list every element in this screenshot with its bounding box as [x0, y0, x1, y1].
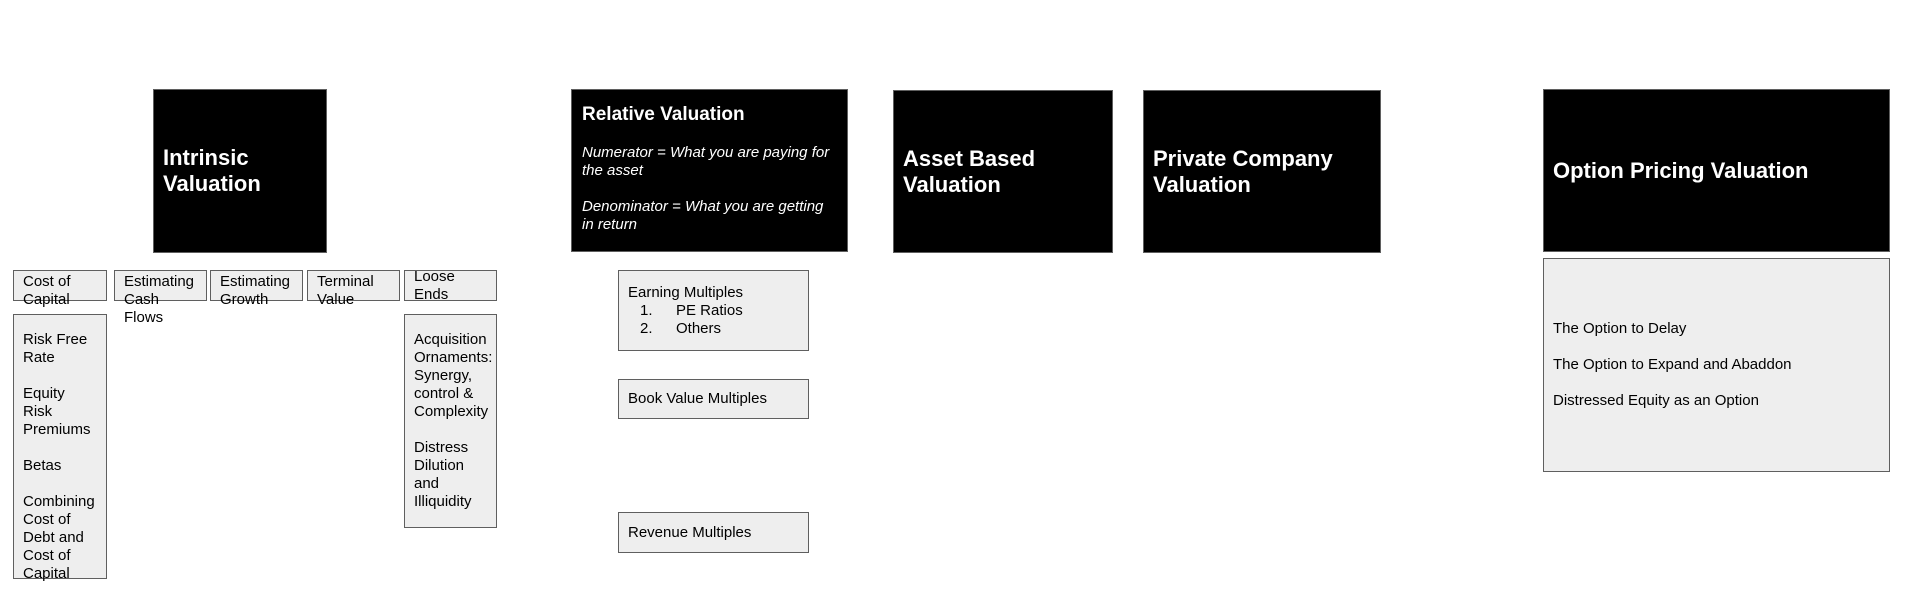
revenue-multiples-label: Revenue Multiples [628, 523, 752, 541]
cost-of-capital-box: Cost of Capital [13, 270, 107, 308]
pe-ratios: PE Ratios [676, 301, 743, 319]
relative-valuation-title: Relative Valuation [582, 104, 745, 125]
acquisition-ornaments: Acquisition Ornaments: Synergy, control … [414, 331, 493, 420]
loose-ends-box: Loose Ends [404, 267, 497, 303]
distressed-equity-option: Distressed Equity as an Option [1553, 392, 1759, 409]
loose-ends-label: Loose Ends [414, 267, 455, 303]
relative-valuation-box: Relative Valuation Numerator = What you … [571, 89, 848, 252]
list-item: 1. PE Ratios [640, 301, 743, 319]
others: Others [676, 319, 722, 337]
estimating-growth-label: Estimating Growth [220, 273, 291, 308]
option-to-delay: The Option to Delay [1553, 320, 1687, 337]
distress-dilution-illiquidity: Distress Dilution and Illiquidity [414, 439, 472, 510]
asset-based-valuation-title: Asset Based Valuation [903, 145, 1036, 197]
private-company-valuation-box: Private Company Valuation [1143, 90, 1381, 253]
numerator-text: Numerator = What you are paying for the … [582, 144, 830, 179]
option-pricing-details: The Option to Delay The Option to Expand… [1543, 258, 1890, 472]
estimating-growth-box: Estimating Growth [210, 270, 303, 308]
equity-risk-premiums: Equity Risk Premiums [23, 385, 91, 438]
loose-ends-details: Acquisition Ornaments: Synergy, control … [404, 314, 497, 528]
book-value-multiples-label: Book Value Multiples [628, 390, 767, 407]
revenue-multiples-box: Revenue Multiples [618, 512, 809, 553]
option-pricing-valuation-box: Option Pricing Valuation [1543, 89, 1890, 252]
intrinsic-valuation-box: Intrinsic Valuation [153, 89, 327, 253]
cost-of-capital-details: Risk Free Rate Equity Risk Premiums Beta… [13, 314, 107, 582]
asset-based-valuation-box: Asset Based Valuation [893, 90, 1113, 253]
earning-multiples-box: Earning Multiples 1. PE Ratios 2. Others [618, 270, 809, 351]
book-value-multiples-box: Book Value Multiples [618, 379, 809, 419]
denominator-text: Denominator = What you are getting in re… [582, 198, 824, 233]
intrinsic-valuation-title: Intrinsic Valuation [163, 145, 261, 196]
terminal-value-label: Terminal Value [317, 273, 374, 308]
option-pricing-valuation-title: Option Pricing Valuation [1553, 157, 1809, 183]
terminal-value-box: Terminal Value [307, 270, 400, 308]
cost-of-capital-label: Cost of Capital [23, 273, 71, 308]
private-company-valuation-title: Private Company Valuation [1153, 145, 1333, 197]
risk-free-rate: Risk Free Rate [23, 331, 88, 366]
estimating-cash-flows-box: Estimating Cash Flows [114, 270, 207, 326]
earning-multiples-label: Earning Multiples [628, 283, 744, 301]
betas: Betas [23, 457, 62, 474]
earning-multiples-list: 1. PE Ratios 2. Others [628, 302, 799, 338]
estimating-cash-flows-label: Estimating Cash Flows [124, 273, 195, 326]
combining-cost-of-debt: Combining Cost of Debt and Cost of Capit… [23, 493, 95, 582]
list-item: 2. Others [640, 319, 722, 337]
option-to-expand-abandon: The Option to Expand and Abaddon [1553, 356, 1792, 373]
